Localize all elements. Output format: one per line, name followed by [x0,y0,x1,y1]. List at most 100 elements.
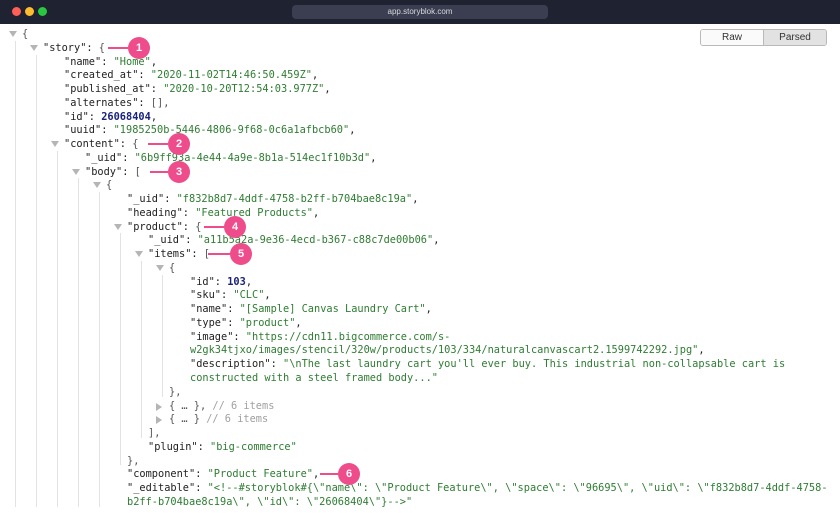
json-value: { [22,28,29,40]
json-key: "sku": [190,289,234,302]
json-value: [ [134,165,141,178]
json-line: }, [127,454,139,468]
json-key: "created_at": [64,69,151,82]
json-line: "id": 26068404, [64,110,157,124]
json-line: "content": { [64,137,138,151]
json-value: "f832b8d7-4ddf-4758-b2ff-b704bae8c19a" [176,193,413,206]
collapse-arrow-icon[interactable] [72,168,80,175]
json-key: "image": [190,330,246,343]
annotation-badge: 4 [224,215,246,238]
json-punct: , [324,83,331,96]
json-line: "product": { [127,220,201,234]
view-toggle: Raw Parsed [700,29,827,46]
json-line: { … }, // 6 items [169,399,274,413]
json-line: "alternates": [], [64,96,169,110]
json-line: "plugin": "big-commerce" [148,440,297,454]
title-bar: app.storyblok.com [0,0,840,24]
json-value: [], [150,96,170,109]
annotation-connector [148,143,168,146]
json-value: "big-commerce" [210,440,297,453]
json-punct: , [370,151,377,164]
json-value: "Product Feature" [207,468,313,481]
json-line: { [106,178,112,192]
collapse-arrow-icon[interactable] [156,264,164,271]
annotation-connector [208,253,230,256]
json-value: { [132,138,139,151]
json-line: "id": 103, [190,275,252,289]
json-value: "[Sample] Canvas Laundry Cart" [239,303,426,316]
json-line: "_uid": "f832b8d7-4ddf-4758-b2ff-b704bae… [127,192,418,206]
json-value: constructed with a steel framed body..." [190,372,438,384]
collapse-arrow-icon[interactable] [51,141,59,148]
json-punct: , [245,275,253,288]
json-line: "story": { [43,41,105,55]
json-key: "name": [64,55,114,68]
indent-guide [120,233,121,466]
indent-guide [36,54,37,507]
json-value: "2020-11-02T14:46:50.459Z" [150,69,312,82]
json-key: "heading": [127,206,196,219]
collapse-arrow-icon[interactable] [30,44,38,51]
indent-guide [57,150,58,507]
json-key: "body": [85,165,135,178]
collapse-arrow-icon[interactable] [9,31,17,37]
json-value: "6b9ff93a-4e44-4a9e-8b1a-514ec1f10b3d" [134,151,371,164]
json-key: "component": [127,468,208,481]
json-value: "<!--#storyblok#{\"name\": \"Product Fea… [207,482,828,495]
json-punct: , [412,193,419,206]
json-value: { … }, [169,399,207,412]
json-comment: // 6 items [200,413,269,426]
json-punct: , [150,110,158,123]
json-value: "product" [239,316,296,329]
json-key: "product": [127,220,196,233]
collapse-arrow-icon[interactable] [114,223,122,230]
json-line: }, [169,385,181,399]
json-key: "name": [190,303,240,316]
json-value: { [169,261,176,274]
json-punct: , [349,124,356,137]
json-line: "component": "Product Feature", [127,467,319,481]
json-key: "plugin": [148,440,210,453]
json-line: "type": "product", [190,316,302,330]
json-value: "CLC" [233,289,265,302]
address-bar[interactable]: app.storyblok.com [292,5,548,19]
json-line: "body": [ [85,165,141,179]
json-value: { … } [169,413,200,426]
json-line: "_uid": "a11b5a2a-9e36-4ecd-b367-c88c7de… [148,233,439,247]
json-line: "published_at": "2020-10-20T12:54:03.977… [64,82,331,96]
json-key: "id": [190,275,228,288]
json-value: { [106,179,113,192]
json-key: "_editable": [127,482,208,495]
annotation-badge: 3 [168,160,190,183]
indent-guide [78,178,79,507]
json-key: "story": [43,41,99,54]
json-key: "_uid": [127,193,177,206]
json-punct: , [433,234,440,247]
json-line: "description": "\nThe last laundry cart … [190,357,785,371]
json-line: "created_at": "2020-11-02T14:46:50.459Z"… [64,68,318,82]
annotation-badge: 5 [230,243,252,266]
json-line: "_editable": "<!--#storyblok#{\"name\": … [127,481,828,495]
expand-arrow-icon[interactable] [156,416,162,425]
json-line: constructed with a steel framed body..." [190,371,438,385]
parsed-button[interactable]: Parsed [763,30,826,45]
collapse-arrow-icon[interactable] [93,182,101,189]
json-punct: , [425,303,432,316]
json-key: "description": [190,358,283,371]
json-line: "name": "[Sample] Canvas Laundry Cart", [190,302,432,316]
json-punct: , [150,55,158,68]
collapse-arrow-icon[interactable] [135,251,143,258]
json-punct: , [312,468,320,481]
indent-guide [162,274,163,397]
json-value: "1985250b-5446-4806-9f68-0c6a1afbcb60" [113,124,350,137]
json-line: "uuid": "1985250b-5446-4806-9f68-0c6a1af… [64,123,355,137]
raw-button[interactable]: Raw [701,30,763,45]
expand-arrow-icon[interactable] [156,402,162,411]
minimize-window-button[interactable] [25,7,34,16]
maximize-window-button[interactable] [38,7,47,16]
json-line: ], [148,426,160,440]
json-value: 26068404 [101,110,151,123]
close-window-button[interactable] [12,7,21,16]
json-key: "content": [64,138,133,151]
json-value: "2020-10-20T12:54:03.977Z" [163,83,325,96]
